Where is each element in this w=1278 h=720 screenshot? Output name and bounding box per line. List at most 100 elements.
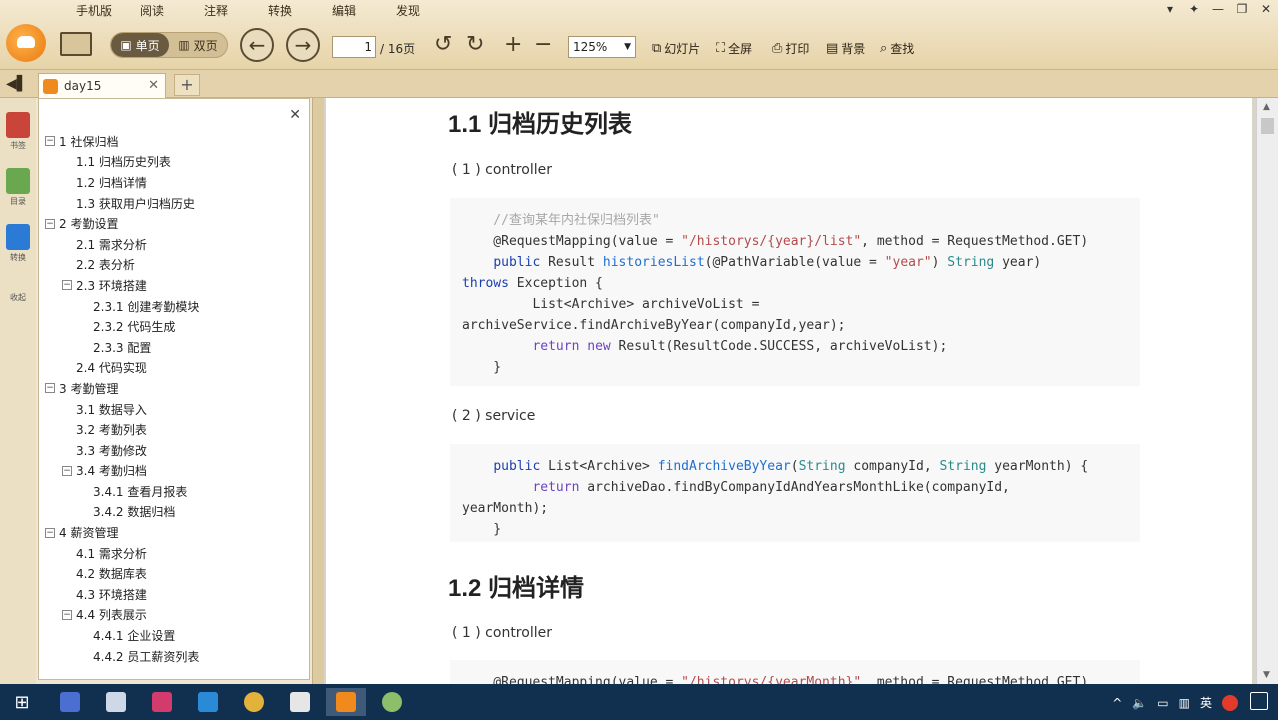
rotate-right-icon[interactable]: ↻ xyxy=(466,32,484,58)
outline-item[interactable]: 2.2 表分析 xyxy=(45,255,199,276)
dropdown-icon[interactable]: ▾ xyxy=(1164,2,1176,16)
chevron-up-icon[interactable]: ^ xyxy=(1112,696,1122,710)
outline-item[interactable]: 4.1 需求分析 xyxy=(45,543,199,564)
menu-item[interactable]: 编辑 xyxy=(316,2,380,20)
app-logo-icon[interactable] xyxy=(6,24,46,62)
find-button[interactable]: ⌕ 查找 xyxy=(880,40,914,57)
outline-item[interactable]: 2.3.2 代码生成 xyxy=(45,316,199,337)
close-icon[interactable]: ✕ xyxy=(148,78,159,93)
collapse-sidebar-icon[interactable]: ◀▌ xyxy=(6,76,28,92)
new-tab-button[interactable]: + xyxy=(174,74,200,96)
pdf-reader-icon[interactable] xyxy=(326,688,366,716)
outline-item[interactable]: 2.3.1 创建考勤模块 xyxy=(45,296,199,317)
sogou-icon[interactable] xyxy=(1222,694,1238,711)
outline-label: 1.3 获取用户归档历史 xyxy=(76,196,195,211)
collapse-toggle-icon[interactable]: − xyxy=(45,218,55,229)
outline-item[interactable]: −2.3 环境搭建 xyxy=(45,275,199,296)
outline-item[interactable]: 4.4.2 员工薪资列表 xyxy=(45,646,199,667)
menu-item[interactable]: 手机版 xyxy=(60,2,124,20)
background-button[interactable]: ▤ 背景 xyxy=(826,40,865,57)
app-icon-8[interactable] xyxy=(372,688,412,716)
typora-icon[interactable] xyxy=(280,688,320,716)
collapse-toggle-icon[interactable]: − xyxy=(62,280,72,291)
scroll-down-icon[interactable]: ▼ xyxy=(1263,670,1270,680)
menu-item[interactable]: 阅读 xyxy=(124,2,188,20)
rail-item[interactable]: 转换 xyxy=(4,224,32,263)
close-icon[interactable]: ✕ xyxy=(289,107,301,123)
restore-icon[interactable]: ❐ xyxy=(1236,2,1248,16)
vscode-icon[interactable] xyxy=(188,688,228,716)
collapse-toggle-icon[interactable]: − xyxy=(62,609,72,620)
outline-item[interactable]: −4.4 列表展示 xyxy=(45,605,199,626)
menu-item[interactable]: 转换 xyxy=(252,2,316,20)
outline-item[interactable]: 3.3 考勤修改 xyxy=(45,440,199,461)
rail-item[interactable]: 收起 xyxy=(4,280,32,303)
outline-item[interactable]: 3.2 考勤列表 xyxy=(45,419,199,440)
next-page-button[interactable]: → xyxy=(286,28,320,62)
outline-tree: −1 社保归档 1.1 归档历史列表 1.2 归档详情 1.3 获取用户归档历史 −2 … xyxy=(45,131,199,666)
outline-item[interactable]: 1.1 归档历史列表 xyxy=(45,152,199,173)
code-line: List<Archive> archiveVoList = xyxy=(462,294,1140,315)
scroll-thumb[interactable] xyxy=(1261,118,1274,134)
outline-item[interactable]: 4.3 环境搭建 xyxy=(45,584,199,605)
chrome-icon[interactable] xyxy=(234,688,274,716)
zoom-in-icon[interactable]: + xyxy=(504,32,522,58)
single-page-button[interactable]: ▣ 单页 xyxy=(111,33,169,57)
open-folder-icon[interactable] xyxy=(60,32,92,56)
collapse-toggle-icon[interactable]: − xyxy=(45,527,55,538)
skin-icon[interactable]: ✦ xyxy=(1188,2,1200,16)
page-number-input[interactable]: 1 xyxy=(332,36,376,58)
outline-item[interactable]: 3.4.2 数据归档 xyxy=(45,502,199,523)
intellij-icon[interactable] xyxy=(142,688,182,716)
rail-item[interactable]: 书签 xyxy=(4,112,32,151)
outline-item[interactable]: 4.2 数据库表 xyxy=(45,563,199,584)
network-icon[interactable]: ▥ xyxy=(1179,696,1190,710)
zoom-out-icon[interactable]: − xyxy=(534,32,552,58)
windows-start-icon[interactable]: ⊞ xyxy=(2,688,42,716)
outline-item[interactable]: 1.3 获取用户归档历史 xyxy=(45,193,199,214)
collapse-toggle-icon[interactable]: − xyxy=(45,136,55,147)
collapse-toggle-icon[interactable]: − xyxy=(45,383,55,394)
app-icon-1[interactable] xyxy=(50,688,90,716)
outline-item[interactable]: 2.1 需求分析 xyxy=(45,234,199,255)
outline-item[interactable]: −3 考勤管理 xyxy=(45,378,199,399)
outline-item[interactable]: −3.4 考勤归档 xyxy=(45,461,199,482)
slideshow-button[interactable]: ⧉ 幻灯片 xyxy=(652,40,700,57)
outline-item[interactable]: 2.3.3 配置 xyxy=(45,337,199,358)
rotate-left-icon[interactable]: ↺ xyxy=(434,32,452,58)
collapse-toggle-icon[interactable]: − xyxy=(62,465,72,476)
input-language[interactable]: 英 xyxy=(1200,694,1212,711)
code-token: ) xyxy=(931,255,948,270)
outline-item[interactable]: −2 考勤设置 xyxy=(45,213,199,234)
menu-item[interactable]: 发现 xyxy=(380,2,444,20)
outline-label: 2.3 环境搭建 xyxy=(76,278,147,293)
fullscreen-button[interactable]: ⛶ 全屏 xyxy=(716,40,752,57)
search-icon: ⌕ xyxy=(880,41,888,56)
double-page-button[interactable]: ▥ 双页 xyxy=(169,33,227,57)
vertical-scrollbar[interactable]: ▲ ▼ xyxy=(1256,98,1278,684)
prev-page-button[interactable]: ← xyxy=(240,28,274,62)
outline-item[interactable]: 3.1 数据导入 xyxy=(45,399,199,420)
panel-splitter[interactable] xyxy=(312,98,324,684)
outline-item[interactable]: −4 薪资管理 xyxy=(45,522,199,543)
document-viewport: 1.1 归档历史列表 ( 1 ) controller //查询某年内社保归档列… xyxy=(324,98,1278,684)
zoom-select[interactable]: 125% ▼ xyxy=(568,36,636,58)
volume-icon[interactable]: 🔈 xyxy=(1132,696,1147,710)
outline-item[interactable]: −1 社保归档 xyxy=(45,131,199,152)
scroll-up-icon[interactable]: ▲ xyxy=(1263,102,1270,112)
minimize-icon[interactable]: — xyxy=(1212,2,1224,16)
menu-item[interactable]: 注释 xyxy=(188,2,252,20)
app-icon-2[interactable] xyxy=(96,688,136,716)
close-icon[interactable]: ✕ xyxy=(1260,2,1272,16)
rail-item[interactable]: 目录 xyxy=(4,168,32,207)
tab-day15[interactable]: day15 ✕ xyxy=(38,73,166,98)
battery-icon[interactable]: ▭ xyxy=(1157,696,1168,710)
outline-item[interactable]: 2.4 代码实现 xyxy=(45,358,199,379)
outline-item[interactable]: 1.2 归档详情 xyxy=(45,172,199,193)
outline-item[interactable]: 4.4.1 企业设置 xyxy=(45,625,199,646)
arrow-right-icon: → xyxy=(294,33,312,57)
outline-item[interactable]: 3.4.1 查看月报表 xyxy=(45,481,199,502)
notification-icon[interactable] xyxy=(1250,692,1268,710)
print-button[interactable]: ⎙ 打印 xyxy=(772,40,809,57)
